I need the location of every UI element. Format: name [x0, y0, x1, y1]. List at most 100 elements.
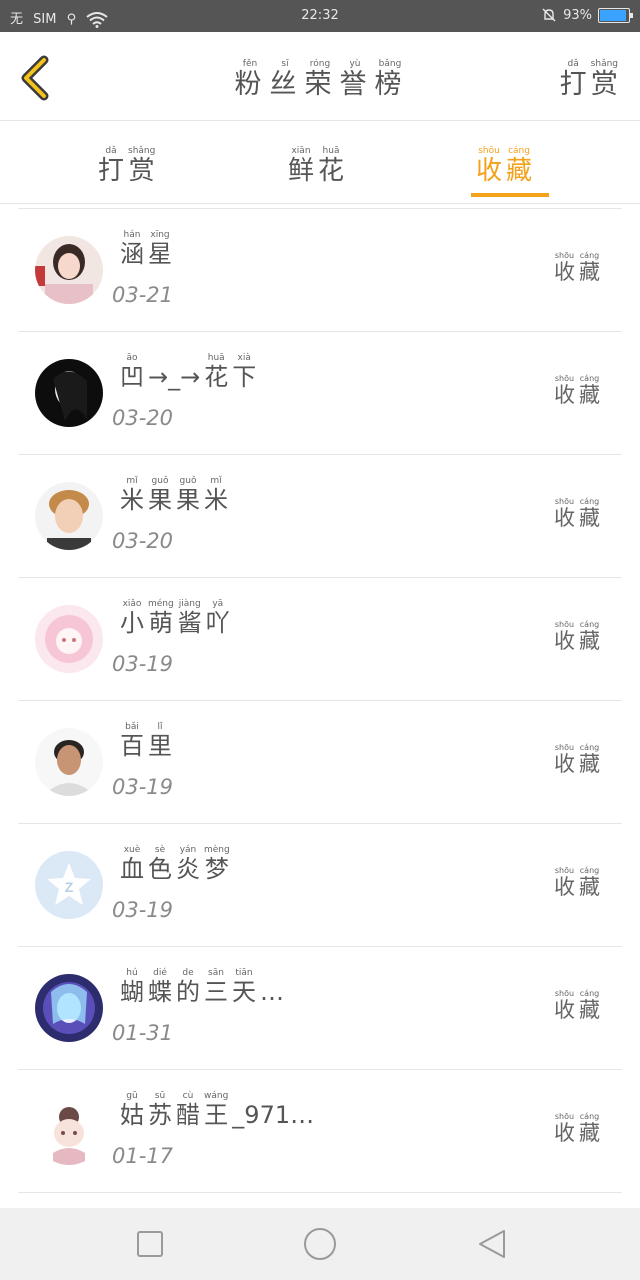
- hanzi: 小: [120, 609, 144, 637]
- list-item[interactable]: hán 涵 xīng 星 03-21 shōu 收 cáng 藏: [18, 209, 622, 332]
- ruby-char: bǎng 榜: [375, 58, 406, 100]
- list-item[interactable]: bǎi 百 lǐ 里 03-19 shōu 收 cáng 藏: [18, 701, 622, 824]
- ruby-char: mèng 梦: [204, 844, 230, 882]
- ruby-char: mǐ 米: [204, 475, 228, 513]
- hanzi: 打: [98, 156, 125, 186]
- fan-name: hú 蝴 dié 蝶 de 的 sān 三 tiān 天…: [118, 967, 286, 1005]
- hanzi: 收: [554, 629, 575, 653]
- svg-text:Z: Z: [65, 879, 74, 895]
- favorite-button[interactable]: shōu 收 cáng 藏: [552, 251, 602, 284]
- hanzi: 醋: [176, 1101, 200, 1129]
- hanzi: 藏: [579, 998, 600, 1022]
- hanzi: 炎: [176, 855, 200, 883]
- avatar[interactable]: Z: [35, 851, 103, 919]
- list-item[interactable]: mǐ 米 guǒ 果 guǒ 果 mǐ 米 03-20 shōu 收 cáng 藏: [18, 455, 622, 578]
- avatar[interactable]: [35, 728, 103, 796]
- ruby-char: sū 苏: [148, 1090, 172, 1128]
- ruby-char: bǎi 百: [120, 721, 144, 759]
- hanzi: 果: [148, 486, 172, 514]
- favorite-button[interactable]: shōu 收 cáng 藏: [552, 620, 602, 653]
- favorite-button[interactable]: shōu 收 cáng 藏: [552, 1112, 602, 1145]
- favorite-button[interactable]: shōu 收 cáng 藏: [552, 743, 602, 776]
- favorite-button[interactable]: shōu 收 cáng 藏: [552, 989, 602, 1022]
- avatar[interactable]: [35, 974, 103, 1042]
- header: fěn 粉 sī 丝 róng 荣 yù 誉 bǎng 榜 dǎ 打 shǎng 赏: [0, 32, 640, 121]
- hanzi: 藏: [579, 875, 600, 899]
- hanzi: 涵: [120, 240, 144, 268]
- date-label: 03-21: [112, 283, 174, 307]
- ruby-char: shōu 收: [554, 866, 575, 899]
- ruby-char: dié 蝶: [148, 967, 172, 1005]
- list-item[interactable]: gū 姑 sū 苏 cù 醋 wáng 王 _971… 01-17 shōu 收 cáng 藏: [18, 1070, 622, 1193]
- ruby-char: sè 色: [148, 844, 172, 882]
- avatar[interactable]: [35, 236, 103, 304]
- ruby-char: sī 丝: [270, 58, 301, 100]
- hanzi: 百: [120, 732, 144, 760]
- avatar[interactable]: [35, 1097, 103, 1165]
- avatar-man-photo: [35, 728, 103, 796]
- avatar[interactable]: [35, 359, 103, 427]
- favorite-button[interactable]: shōu 收 cáng 藏: [552, 497, 602, 530]
- tab-reward[interactable]: dǎ 打 shǎng 赏: [96, 145, 157, 186]
- square-icon[interactable]: [132, 1226, 168, 1262]
- date-label: 03-20: [112, 406, 174, 430]
- ruby-char: wáng 王: [204, 1090, 228, 1128]
- hanzi: 星: [148, 240, 172, 268]
- hanzi: 藏: [506, 156, 533, 186]
- avatar-boy-photo: [35, 482, 103, 550]
- circle-icon[interactable]: [302, 1226, 338, 1262]
- ruby-char: āo 凹: [120, 352, 144, 390]
- hanzi: 藏: [579, 1121, 600, 1145]
- ruby-char: shōu 收: [554, 374, 575, 407]
- hanzi: 收: [476, 156, 503, 186]
- list-item[interactable]: xiǎo 小 méng 萌 jiàng 酱 yā 吖 03-19 shōu 收 cáng 藏: [18, 578, 622, 701]
- ruby-char: huā 花: [318, 145, 344, 186]
- tab-favorites[interactable]: shōu 收 cáng 藏: [474, 145, 534, 186]
- hanzi: 藏: [579, 383, 600, 407]
- avatar[interactable]: [35, 482, 103, 550]
- avatar-pink-anime: [35, 605, 103, 673]
- ruby-char: huā 花: [204, 352, 228, 390]
- reward-button[interactable]: dǎ 打 shǎng 赏: [558, 58, 620, 100]
- hanzi: 天: [232, 978, 256, 1006]
- favorite-button[interactable]: shōu 收 cáng 藏: [552, 374, 602, 407]
- hanzi: 誉: [339, 69, 371, 100]
- fan-name: bǎi 百 lǐ 里: [118, 721, 174, 759]
- hanzi: 收: [554, 506, 575, 530]
- ruby-char: méng 萌: [148, 598, 174, 636]
- list-item[interactable]: Zxuè 血 sè 色 yán 炎 mèng 梦 03-19 shōu 收 cáng 藏: [18, 824, 622, 947]
- date-label: 03-19: [112, 898, 174, 922]
- ruby-char: dǎ 打: [560, 58, 587, 100]
- fan-name: mǐ 米 guǒ 果 guǒ 果 mǐ 米: [118, 475, 230, 513]
- tab-flowers[interactable]: xiān 鲜 huā 花: [286, 145, 346, 186]
- avatar-chibi-anime: [35, 1097, 103, 1165]
- triangle-back-icon[interactable]: [474, 1226, 510, 1262]
- ruby-char: shǎng 赏: [128, 145, 155, 186]
- hanzi: 里: [148, 732, 172, 760]
- ruby-char: cáng 藏: [579, 989, 600, 1022]
- ruby-char: xiǎo 小: [120, 598, 144, 636]
- ruby-char: mǐ 米: [120, 475, 144, 513]
- date-label: 01-31: [112, 1021, 174, 1045]
- hanzi: 丝: [269, 69, 301, 100]
- date-label: 03-19: [112, 652, 174, 676]
- avatar[interactable]: [35, 605, 103, 673]
- hanzi: 米: [204, 486, 228, 514]
- list-item[interactable]: āo 凹 →_→ huā 花 xià 下 03-20 shōu 收 cáng 藏: [18, 332, 622, 455]
- ruby-char: shǎng 赏: [591, 58, 618, 100]
- list-item[interactable]: hú 蝴 dié 蝶 de 的 sān 三 tiān 天… 01-31 shōu 收 cáng 藏: [18, 947, 622, 1070]
- avatar-dark-photo: [35, 359, 103, 427]
- hanzi: 藏: [579, 629, 600, 653]
- hanzi: 王: [204, 1101, 229, 1129]
- battery-fill: [600, 9, 627, 21]
- active-tab-indicator: [471, 193, 549, 197]
- hanzi: 收: [554, 998, 575, 1022]
- ruby-char: xiān 鲜: [288, 145, 314, 186]
- ruby-char: yù 誉: [340, 58, 371, 100]
- favorite-button[interactable]: shōu 收 cáng 藏: [552, 866, 602, 899]
- hanzi: 花: [318, 156, 345, 186]
- ruby-char: cáng 藏: [579, 374, 600, 407]
- hanzi: 粉: [234, 69, 266, 100]
- hanzi: 米: [120, 486, 144, 514]
- ruby-char: shōu 收: [554, 251, 575, 284]
